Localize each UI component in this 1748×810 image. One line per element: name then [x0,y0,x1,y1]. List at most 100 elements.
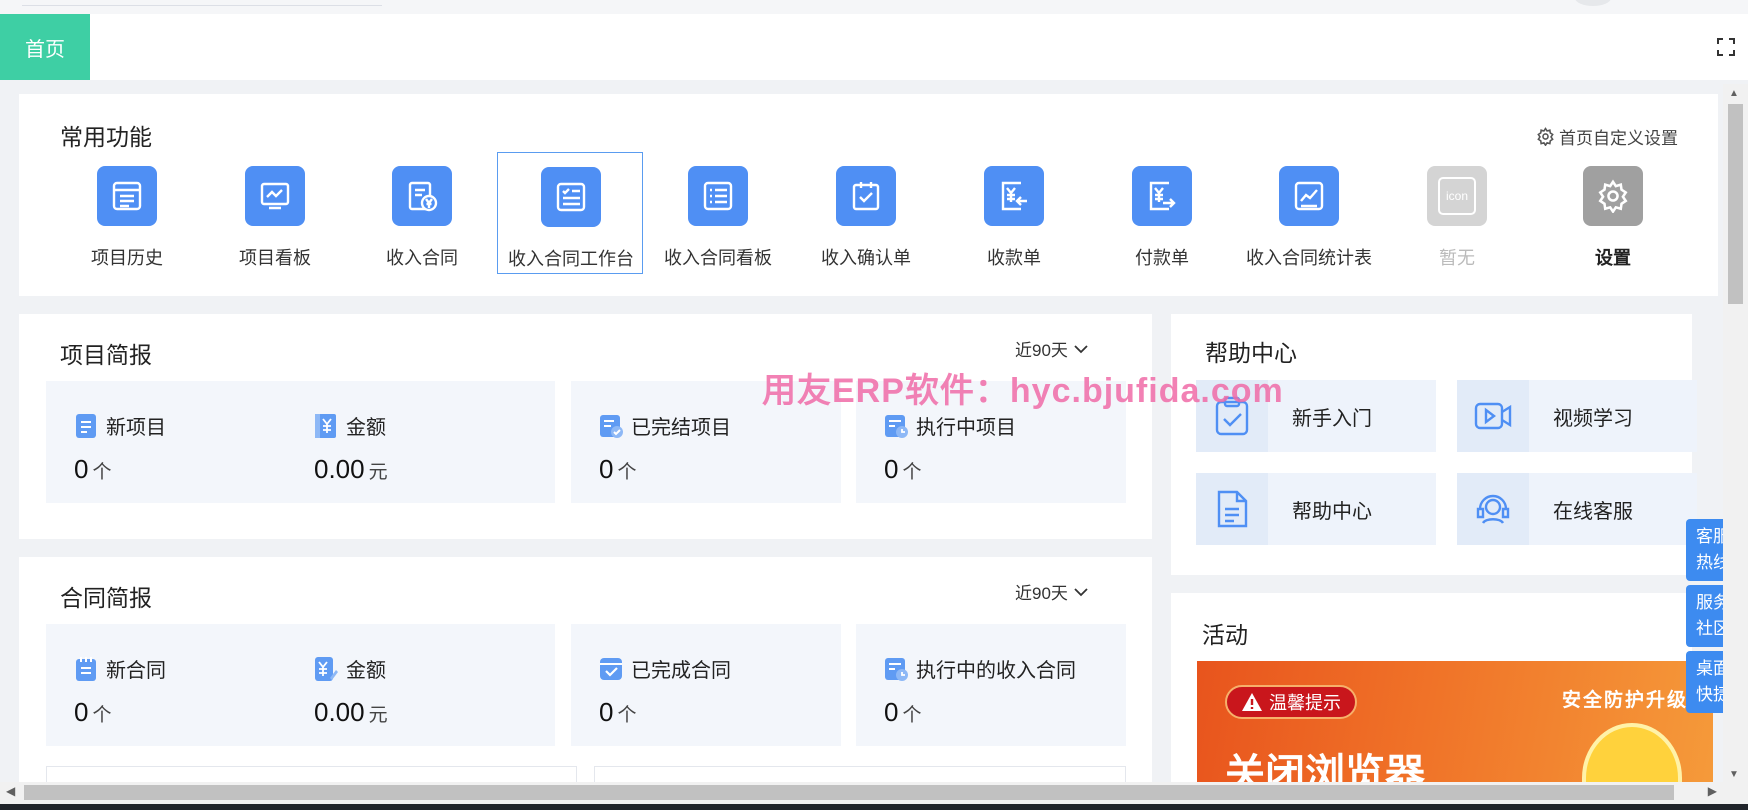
func-none[interactable]: icon 暂无 [1384,152,1530,274]
list-doc-icon [97,166,157,226]
stat-contract-amount: 金额 0.00 元 [314,654,388,728]
func-label: 项目看板 [239,248,311,268]
partial-panel-right [594,766,1126,782]
help-item-label: 在线客服 [1553,501,1633,523]
taskbar-edge [0,804,1748,810]
contract-period-select[interactable]: 近90天 [1015,579,1088,604]
headset-icon [1457,473,1529,545]
func-income-contract-board[interactable]: 收入合同看板 [645,152,791,274]
horizontal-scrollbar[interactable]: ◀ ▶ [0,782,1723,804]
func-label: 收入合同统计表 [1246,248,1372,268]
schedule-icon [885,414,908,438]
func-payment[interactable]: 付款单 [1089,152,1235,274]
list-icon [688,166,748,226]
chevron-down-icon [1074,344,1088,353]
stat-label: 执行中的收入合同 [916,660,1076,682]
gear-icon [1583,166,1643,226]
func-income-contract[interactable]: 收入合同 [349,152,495,274]
stat-label: 金额 [346,417,386,439]
func-label: 设置 [1595,248,1631,268]
contract-yen-icon [392,166,452,226]
stat-value: 0.00 [314,697,365,727]
watermark-text: 用友ERP软件：hyc.bjufida.com [762,372,1284,410]
yen-doc-icon [315,413,336,438]
warm-tip-text: 温馨提示 [1269,693,1341,713]
stat-unit: 个 [617,462,637,483]
stat-value: 0 [884,454,899,484]
help-item-label: 新手入门 [1292,408,1372,430]
gear-icon [1537,127,1554,146]
stat-completed-contract: 已完成合同 0个 [599,654,731,728]
func-label: 项目历史 [91,248,163,268]
stat-new-project: 新项目 0个 [74,411,166,485]
activity-title: 活动 [1202,622,1248,648]
contract-icon [76,656,96,681]
func-receipt[interactable]: 收款单 [941,152,1087,274]
homepage-settings-link[interactable]: 首页自定义设置 [1536,124,1678,149]
period-label: 近90天 [1015,341,1068,360]
common-functions-title: 常用功能 [60,124,152,150]
top-strip [0,0,1748,14]
func-label: 收入合同 [386,248,458,268]
banner-headline: 关闭浏览器 [1225,752,1425,782]
dashboard-icon [245,166,305,226]
help-online-service[interactable]: 在线客服 [1457,473,1697,545]
func-project-board[interactable]: 项目看板 [202,152,348,274]
horizontal-scroll-thumb[interactable] [24,785,1674,800]
stat-label: 新项目 [106,417,166,439]
help-item-label: 视频学习 [1553,408,1633,430]
stat-unit: 个 [902,705,922,726]
func-label: 暂无 [1439,248,1475,268]
vertical-scroll-thumb[interactable] [1728,104,1743,304]
project-period-select[interactable]: 近90天 [1015,336,1088,361]
stat-unit: 个 [92,705,112,726]
document-icon [1196,473,1268,545]
tab-bar: 首页 [0,14,1703,80]
chevron-down-icon [1074,587,1088,596]
fullscreen-button[interactable] [1703,14,1748,80]
document-icon [76,413,96,438]
stat-label: 金额 [346,660,386,682]
stat-value: 0 [74,697,89,727]
stat-amount: 金额 0.00 元 [314,411,388,485]
schedule-icon [885,657,908,681]
func-income-contract-workbench[interactable]: 收入合同工作台 [497,152,643,274]
scroll-down-icon[interactable]: ▼ [1729,769,1739,780]
func-project-history[interactable]: 项目历史 [54,152,200,274]
stat-completed-project: 已完结项目 0个 [599,411,731,485]
yen-in-icon [984,166,1044,226]
scrollbar-corner [1723,782,1748,804]
stat-value: 0.00 [314,454,365,484]
banner-upgrade-text: 安全防护升级 [1562,690,1689,711]
func-income-confirmation[interactable]: 收入确认单 [793,152,939,274]
search-underline [22,5,382,6]
tab-home[interactable]: 首页 [0,14,90,80]
vertical-scrollbar[interactable]: ▲ ▼ [1723,84,1748,782]
stat-unit: 元 [368,462,388,483]
func-label: 收款单 [987,248,1041,268]
help-center-link[interactable]: 帮助中心 [1196,473,1436,545]
yen-pen-icon [315,656,338,681]
func-settings[interactable]: 设置 [1540,152,1686,274]
homepage-settings-label: 首页自定义设置 [1559,129,1678,148]
scroll-left-icon[interactable]: ◀ [6,784,15,798]
activity-banner[interactable]: 温馨提示 安全防护升级 关闭浏览器 [1197,661,1713,782]
help-video-learning[interactable]: 视频学习 [1457,380,1697,452]
scroll-right-icon[interactable]: ▶ [1708,784,1717,798]
calendar-check-icon [600,657,622,680]
scroll-up-icon[interactable]: ▲ [1729,88,1739,99]
func-income-contract-stats[interactable]: 收入合同统计表 [1236,152,1382,274]
func-label: 付款单 [1135,248,1189,268]
stat-value: 0 [599,454,614,484]
project-brief-title: 项目简报 [60,342,152,368]
checklist-done-icon [600,414,623,438]
stat-in-progress-project: 执行中项目 0个 [884,411,1016,485]
avatar[interactable] [1575,0,1611,6]
contract-brief-title: 合同简报 [60,585,152,611]
warm-tip-badge: 温馨提示 [1225,685,1357,719]
stat-in-progress-contract: 执行中的收入合同 0个 [884,654,1076,728]
yen-out-icon [1132,166,1192,226]
clipboard-check-icon [836,166,896,226]
checklist-icon [541,167,601,227]
stat-value: 0 [74,454,89,484]
